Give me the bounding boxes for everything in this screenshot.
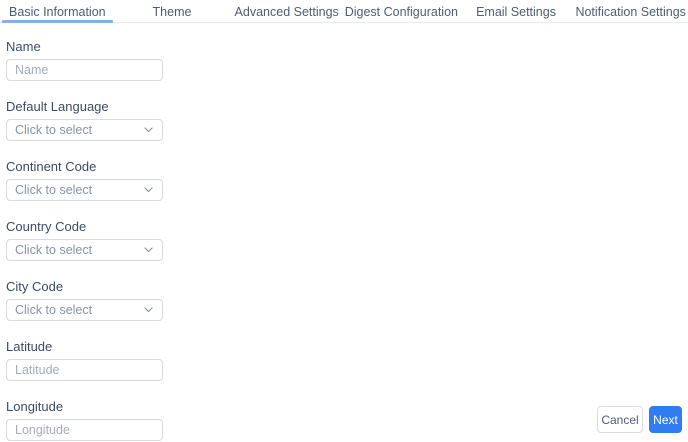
continent-code-group: Continent Code Click to select bbox=[6, 159, 163, 201]
cancel-button[interactable]: Cancel bbox=[597, 406, 643, 433]
tab-basic-information[interactable]: Basic Information bbox=[0, 0, 115, 23]
chevron-down-icon bbox=[144, 307, 153, 313]
city-code-select[interactable]: Click to select bbox=[6, 299, 163, 321]
name-label: Name bbox=[6, 39, 41, 54]
longitude-field[interactable] bbox=[6, 419, 163, 441]
name-group: Name bbox=[6, 39, 163, 81]
select-value: Click to select bbox=[15, 123, 93, 137]
continent-code-label: Continent Code bbox=[6, 159, 97, 174]
longitude-group: Longitude bbox=[6, 399, 163, 441]
latitude-label: Latitude bbox=[6, 339, 53, 354]
city-code-group: City Code Click to select bbox=[6, 279, 163, 321]
city-code-label: City Code bbox=[6, 279, 64, 294]
tab-notification-settings[interactable]: Notification Settings bbox=[573, 0, 688, 22]
latitude-group: Latitude bbox=[6, 339, 163, 381]
longitude-label: Longitude bbox=[6, 399, 64, 414]
tab-theme[interactable]: Theme bbox=[115, 0, 230, 22]
chevron-down-icon bbox=[144, 127, 153, 133]
latitude-field[interactable] bbox=[6, 359, 163, 381]
select-value: Click to select bbox=[15, 183, 93, 197]
country-code-select[interactable]: Click to select bbox=[6, 239, 163, 261]
basic-information-form: Name Default Language Click to select Co… bbox=[0, 23, 688, 441]
default-language-select[interactable]: Click to select bbox=[6, 119, 163, 141]
country-code-label: Country Code bbox=[6, 219, 87, 234]
default-language-group: Default Language Click to select bbox=[6, 99, 163, 141]
tab-bar: Basic Information Theme Advanced Setting… bbox=[0, 0, 688, 23]
select-value: Click to select bbox=[15, 303, 93, 317]
default-language-label: Default Language bbox=[6, 99, 109, 114]
chevron-down-icon bbox=[144, 187, 153, 193]
tab-digest-configuration[interactable]: Digest Configuration bbox=[344, 0, 459, 22]
tab-email-settings[interactable]: Email Settings bbox=[459, 0, 574, 22]
name-field[interactable] bbox=[6, 59, 163, 81]
country-code-group: Country Code Click to select bbox=[6, 219, 163, 261]
next-button[interactable]: Next bbox=[649, 406, 682, 433]
select-value: Click to select bbox=[15, 243, 93, 257]
tab-advanced-settings[interactable]: Advanced Settings bbox=[229, 0, 344, 22]
chevron-down-icon bbox=[144, 247, 153, 253]
continent-code-select[interactable]: Click to select bbox=[6, 179, 163, 201]
wizard-footer: Cancel Next bbox=[597, 406, 682, 433]
